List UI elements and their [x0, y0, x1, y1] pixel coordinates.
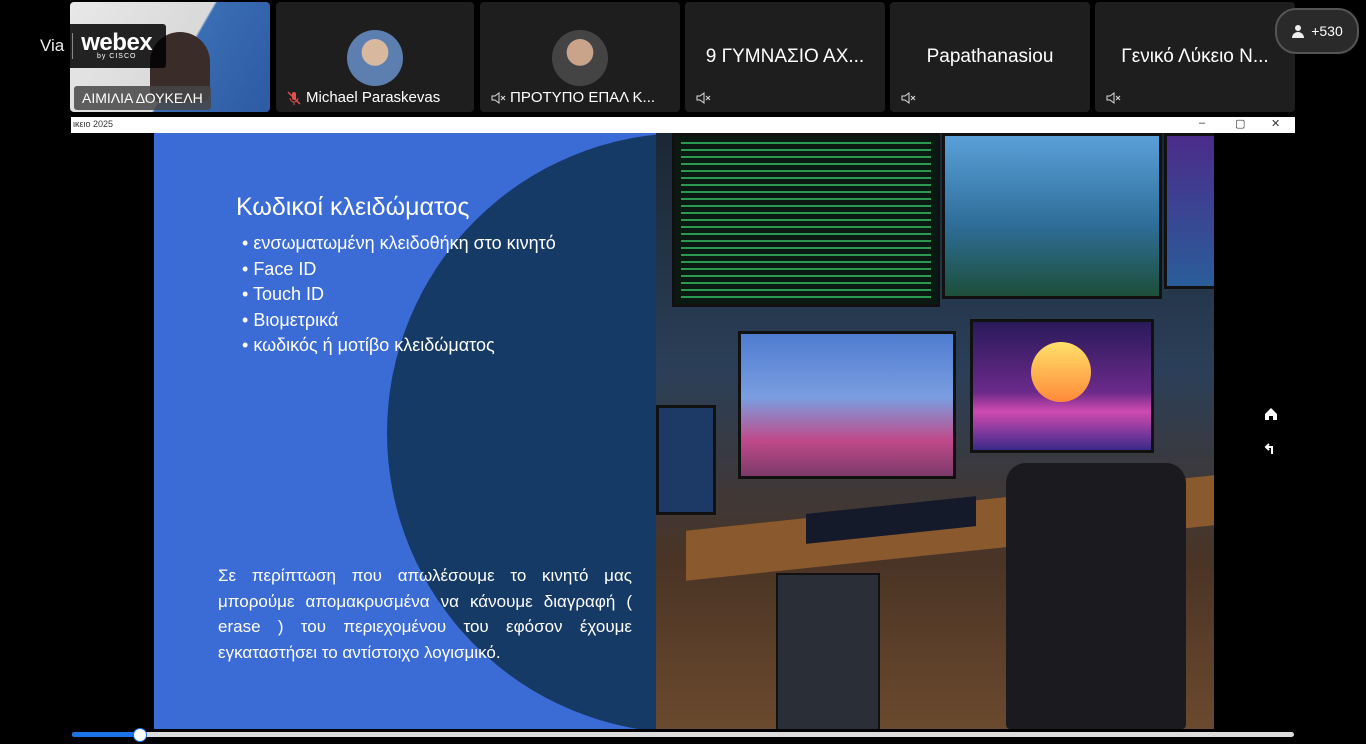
bullet-item: Βιομετρικά [242, 308, 556, 334]
participant-name: ΠΡΟΤΥΠΟ ΕΠΑΛ Κ... [510, 89, 656, 106]
slide-photo-workstation [656, 133, 1214, 729]
back-arrow-icon[interactable] [1260, 438, 1282, 460]
bullet-item: Face ID [242, 257, 556, 283]
sunset-monitor [970, 319, 1154, 453]
participant-tile[interactable]: 9 ΓΥΜΝΑΣΙΟ ΑΧ... [685, 2, 885, 112]
avatar [552, 30, 608, 86]
bullet-item: κωδικός ή μοτίβο κλειδώματος [242, 333, 556, 359]
participant-tile[interactable]: Papathanasiou [890, 2, 1090, 112]
muted-speaker-icon [491, 91, 506, 104]
participant-name: Papathanasiou [926, 46, 1054, 67]
participant-tile[interactable]: Michael Paraskevas [276, 2, 474, 112]
webex-logo: Via webex by CISCO [30, 24, 167, 68]
playback-progress-bar[interactable] [72, 728, 1294, 742]
participant-count: +530 [1311, 23, 1343, 39]
participant-tile[interactable]: Γενικό Λύκειο Ν... [1095, 2, 1295, 112]
left-monitor [656, 405, 716, 515]
bullet-item: ενσωματωμένη κλειδοθήκη στο κινητό [242, 231, 555, 257]
webex-brand: webex [81, 29, 153, 56]
participant-count-button[interactable]: +530 [1275, 8, 1359, 54]
participant-tile[interactable]: ΠΡΟΤΥΠΟ ΕΠΑΛ Κ... [480, 2, 680, 112]
avatar [347, 30, 403, 86]
participant-name: 9 ΓΥΜΝΑΣΙΟ ΑΧ... [705, 46, 865, 67]
participant-name: Michael Paraskevas [306, 89, 441, 106]
shared-window-titlebar: ικειο 2025 – ▢ ✕ [71, 117, 1295, 133]
muted-speaker-icon [696, 92, 711, 104]
presentation-slide: Κωδικοί κλειδώματος ενσωματωμένη κλειδοθ… [154, 133, 1214, 729]
muted-mic-icon [287, 90, 301, 105]
side-monitor [1164, 133, 1214, 289]
muted-speaker-icon [1106, 92, 1121, 104]
slide-title: Κωδικοί κλειδώματος [236, 193, 470, 221]
progress-handle[interactable] [133, 728, 148, 742]
via-label: Via [40, 36, 65, 55]
window-title: ικειο 2025 [73, 119, 114, 129]
code-monitor [672, 133, 940, 307]
minimize-button[interactable]: – [1199, 117, 1205, 129]
restore-button[interactable]: ▢ [1235, 117, 1245, 130]
slide-paragraph: Σε περίπτωση που απωλέσουμε το κινητό μα… [218, 566, 632, 662]
progress-fill [72, 732, 140, 737]
home-icon[interactable] [1260, 403, 1282, 425]
participant-name: ΑΙΜΙΛΙΑ ΔΟΥΚΕΛΗ [74, 86, 211, 110]
participant-name: Γενικό Λύκειο Ν... [1121, 46, 1269, 67]
slide-bullets: ενσωματωμένη κλειδοθήκη στο κινητό Face … [242, 231, 556, 359]
close-button[interactable]: ✕ [1271, 117, 1280, 130]
pc-tower [776, 573, 880, 729]
bullet-item: Touch ID [242, 282, 556, 308]
muted-speaker-icon [901, 92, 916, 104]
office-chair [1006, 463, 1186, 729]
landscape-monitor [942, 133, 1162, 299]
person-add-icon [1292, 25, 1305, 38]
eagle-monitor [738, 331, 956, 479]
